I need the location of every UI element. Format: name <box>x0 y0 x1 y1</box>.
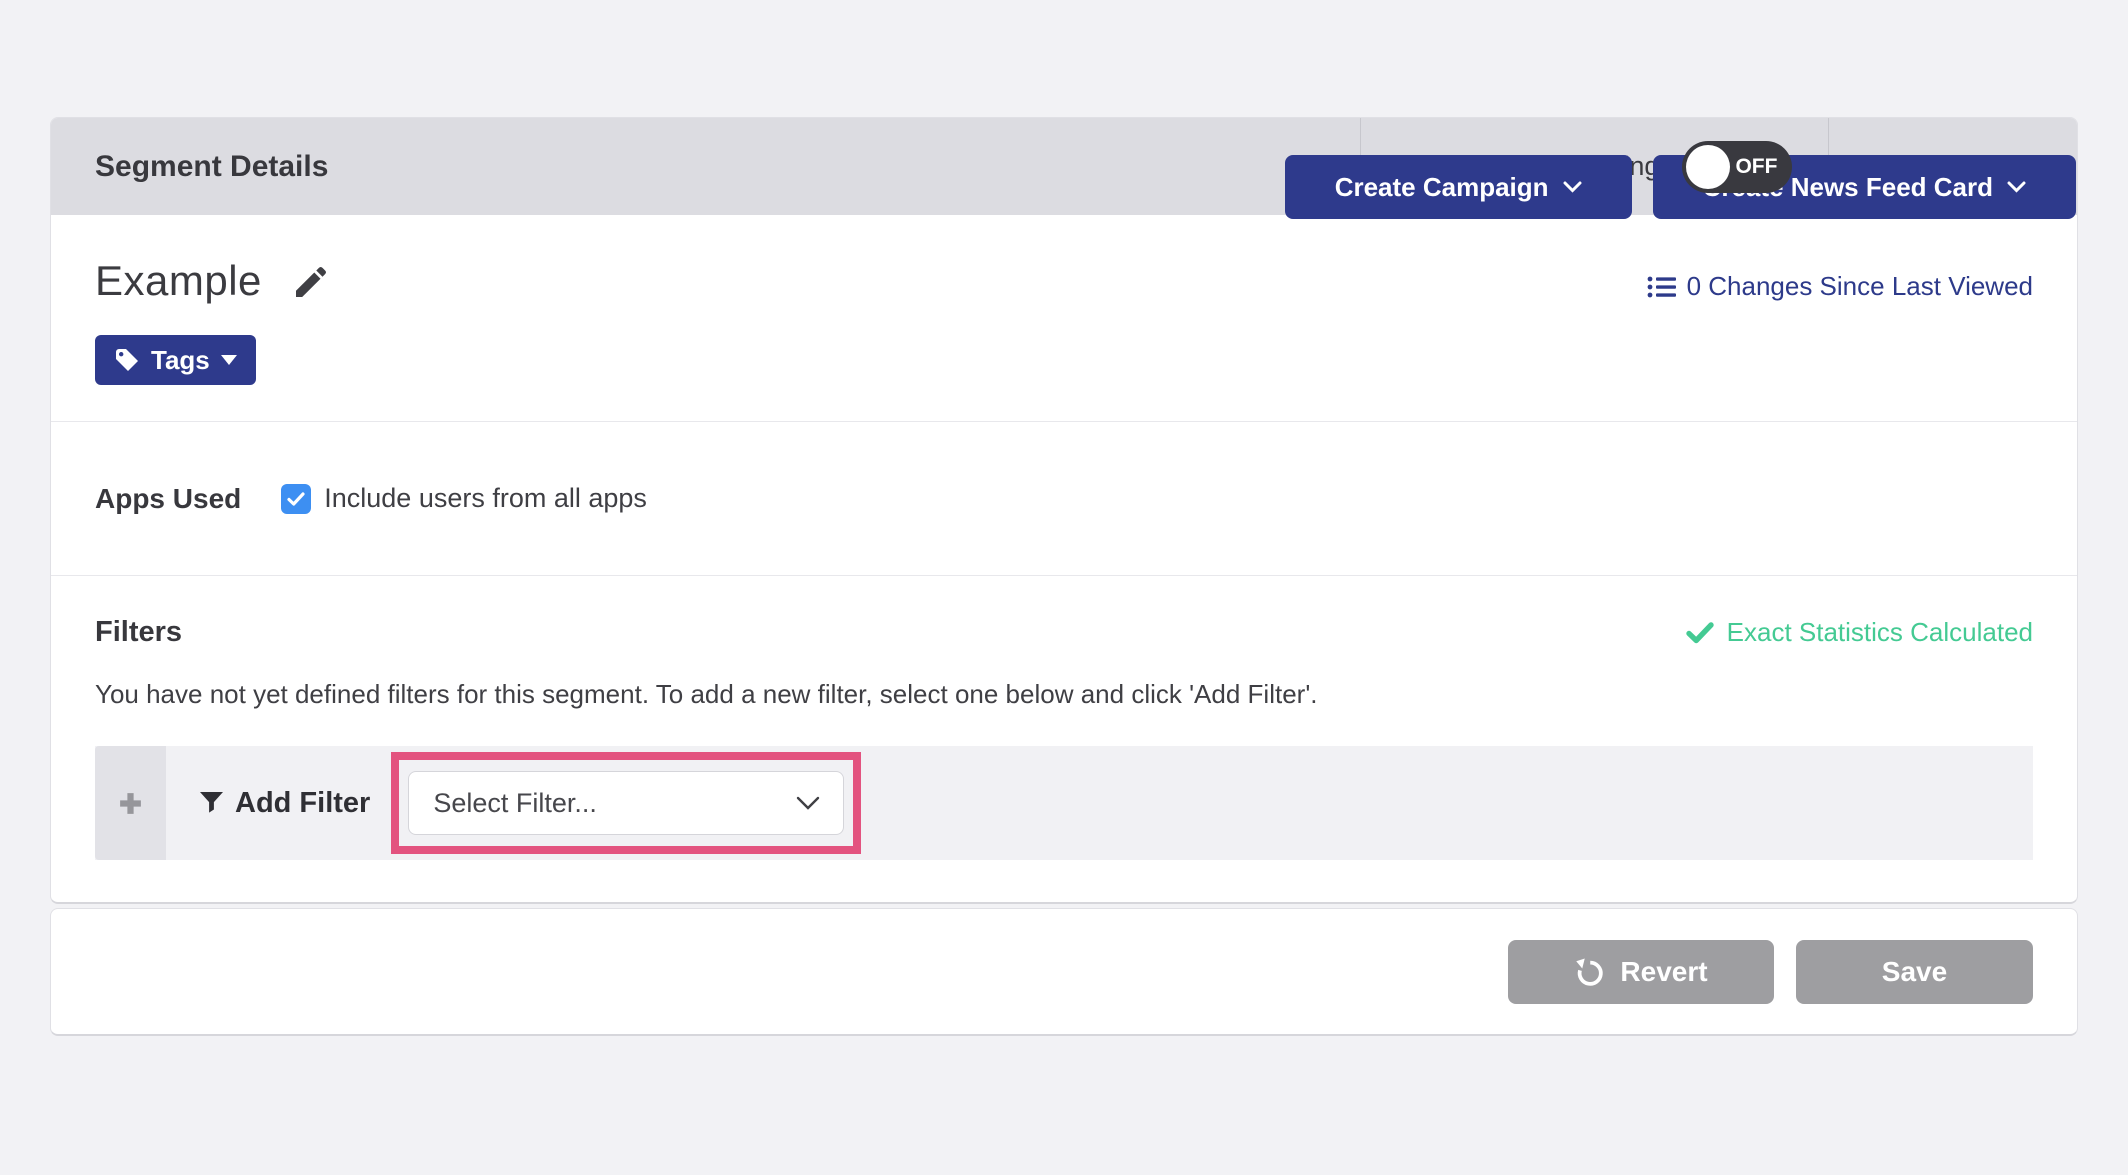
toggle-state-label: OFF <box>1735 155 1777 179</box>
save-label: Save <box>1882 956 1947 988</box>
filters-empty-message: You have not yet defined filters for thi… <box>95 679 2033 710</box>
revert-button[interactable]: Revert <box>1508 940 1774 1004</box>
page-title: Segment Details <box>51 118 1360 215</box>
filters-header: Filters Exact Statistics Calculated <box>95 616 2033 649</box>
list-icon <box>1647 275 1677 299</box>
create-campaign-button[interactable]: Create Campaign <box>1285 155 1632 219</box>
segment-details-page: { "colors": { "page_background": "#f2f2f… <box>0 117 2128 1175</box>
changes-since-last-viewed-link[interactable]: 0 Changes Since Last Viewed <box>1647 271 2033 302</box>
revert-icon <box>1574 957 1604 987</box>
footer-action-panel: Revert Save <box>50 908 2078 1036</box>
filter-select-dropdown[interactable]: Select Filter... <box>408 771 844 835</box>
segment-title-section: Example 0 Changes Since Last Viewed <box>51 215 2077 421</box>
segment-name: Example <box>95 257 262 305</box>
filter-select-placeholder: Select Filter... <box>433 788 597 819</box>
analytics-tracking-toggle[interactable]: OFF <box>1682 141 1792 193</box>
tags-button[interactable]: Tags <box>95 335 256 385</box>
top-action-bar: Create Campaign Create News Feed Card <box>1285 155 2076 219</box>
funnel-icon <box>199 792 224 815</box>
include-all-apps-checkbox[interactable] <box>281 484 311 514</box>
add-filter-plus-button[interactable] <box>95 746 166 860</box>
save-button[interactable]: Save <box>1796 940 2033 1004</box>
segment-title-row: Example 0 Changes Since Last Viewed <box>95 257 2033 305</box>
filters-heading: Filters <box>95 616 182 649</box>
add-filter-label: Add Filter <box>235 787 370 820</box>
apps-used-section: Apps Used Include users from all apps <box>51 421 2077 575</box>
revert-label: Revert <box>1620 956 1707 988</box>
tags-button-label: Tags <box>151 345 210 376</box>
segment-name-wrap: Example <box>95 257 326 305</box>
exact-statistics-status: Exact Statistics Calculated <box>1686 617 2033 648</box>
segment-details-card: Segment Details Analytics Tracking OFF U… <box>50 117 2078 904</box>
add-filter-label-group: Add Filter <box>199 787 370 820</box>
add-filter-row: Add Filter Select Filter... <box>95 746 2033 860</box>
include-all-apps-option: Include users from all apps <box>281 483 647 514</box>
toggle-knob <box>1686 145 1730 189</box>
caret-down-icon <box>221 355 237 365</box>
check-icon <box>287 492 305 506</box>
include-all-apps-label: Include users from all apps <box>324 483 647 514</box>
plus-icon <box>117 790 144 817</box>
exact-statistics-label: Exact Statistics Calculated <box>1727 617 2033 648</box>
filters-section: Filters Exact Statistics Calculated You … <box>51 575 2077 902</box>
chevron-down-icon <box>1563 181 1582 193</box>
check-icon <box>1686 622 1714 644</box>
tag-icon <box>114 347 140 373</box>
create-campaign-label: Create Campaign <box>1335 172 1549 203</box>
chevron-down-icon <box>795 795 821 811</box>
changes-link-label: 0 Changes Since Last Viewed <box>1687 271 2033 302</box>
edit-pencil-icon[interactable] <box>292 264 326 298</box>
highlight-box: Select Filter... <box>391 752 861 854</box>
apps-used-label: Apps Used <box>95 483 241 515</box>
chevron-down-icon <box>2007 181 2026 193</box>
